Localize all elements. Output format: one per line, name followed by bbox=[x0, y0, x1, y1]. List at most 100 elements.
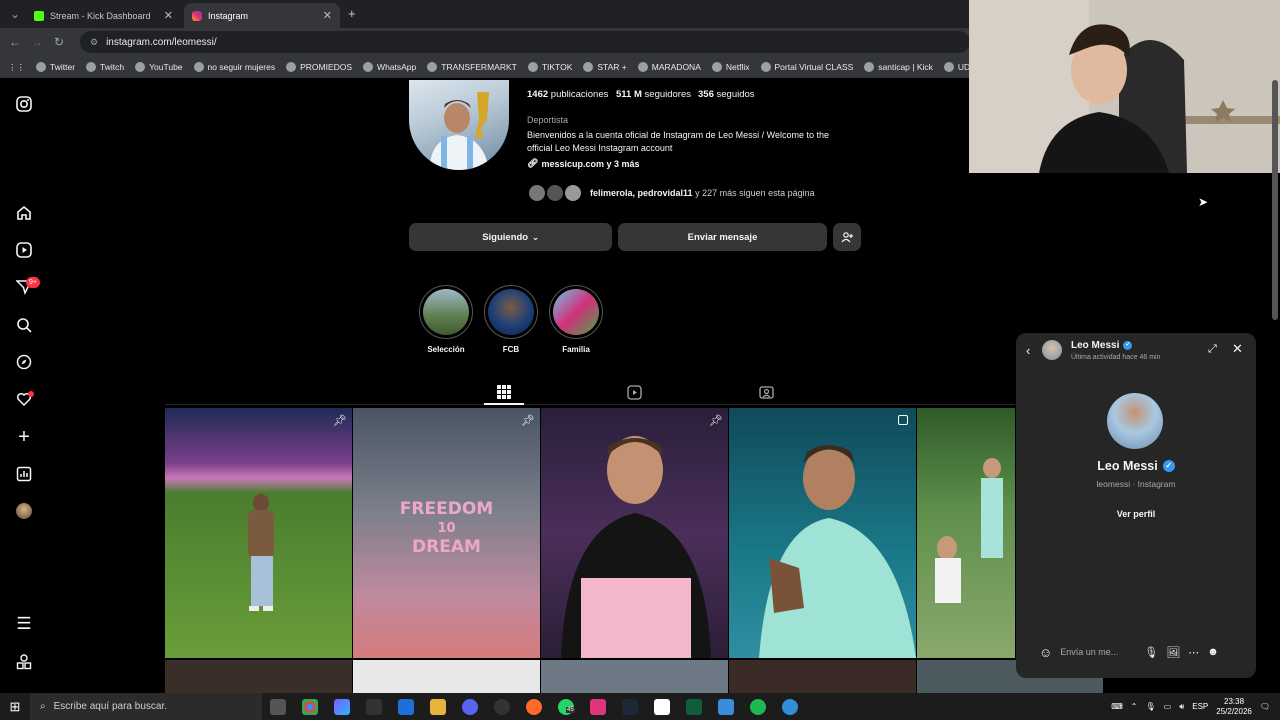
capcut-icon[interactable] bbox=[654, 698, 670, 715]
brave-icon[interactable] bbox=[526, 698, 542, 715]
image-icon[interactable]: 🖼︎ bbox=[1166, 646, 1180, 659]
followed-by-avatars[interactable] bbox=[527, 183, 587, 203]
copilot-icon[interactable] bbox=[334, 698, 350, 715]
mic-icon[interactable]: 🎙︎ bbox=[1145, 702, 1155, 711]
search-icon[interactable] bbox=[14, 315, 34, 335]
tab-tagged-icon[interactable] bbox=[759, 385, 774, 405]
post-tile[interactable] bbox=[541, 408, 728, 658]
whatsapp-icon[interactable]: 45 bbox=[558, 698, 575, 715]
bookmark-item[interactable]: Twitch bbox=[86, 62, 124, 72]
bookmark-item[interactable]: Portal Virtual CLASS bbox=[760, 62, 853, 72]
profile-link[interactable]: 🔗︎ messicup.com y 3 más bbox=[527, 158, 640, 169]
language-indicator[interactable]: ESP bbox=[1192, 702, 1208, 711]
keyboard-icon[interactable]: ⌨ bbox=[1111, 702, 1123, 711]
tab-reels-icon[interactable] bbox=[627, 385, 642, 405]
chat-header-name[interactable]: Leo Messi ✓ bbox=[1071, 340, 1133, 351]
new-tab-icon[interactable]: + bbox=[348, 6, 356, 21]
followed-by-text[interactable]: felimerola, pedrovidal11 y 227 más sigue… bbox=[590, 188, 815, 198]
close-tab-icon[interactable]: ✕ bbox=[164, 9, 173, 22]
sticker-icon[interactable]: ☻ bbox=[1207, 646, 1219, 658]
spotify-icon[interactable] bbox=[750, 698, 766, 715]
chat-back-icon[interactable]: ‹ bbox=[1026, 343, 1030, 358]
file-explorer-icon[interactable] bbox=[430, 698, 446, 715]
reels-icon[interactable] bbox=[14, 240, 34, 260]
volume-icon[interactable]: 🔊︎ bbox=[1179, 702, 1184, 712]
obs-icon[interactable] bbox=[494, 698, 510, 715]
highlight-fcb[interactable]: FCB bbox=[476, 285, 546, 354]
dashboard-icon[interactable] bbox=[14, 464, 34, 484]
tab-kick[interactable]: Stream - Kick Dashboard ✕ bbox=[26, 3, 181, 28]
network-icon[interactable]: ▭ bbox=[1164, 702, 1172, 711]
terminal-icon[interactable] bbox=[686, 698, 702, 715]
post-tile[interactable] bbox=[165, 408, 352, 658]
message-input[interactable]: Envía un me... bbox=[1060, 647, 1136, 657]
tray-chevron-icon[interactable]: ⌃ bbox=[1131, 702, 1138, 711]
highlight-seleccion[interactable]: Selección bbox=[411, 285, 481, 354]
expand-icon[interactable]: ⤢ bbox=[1208, 343, 1217, 356]
chat-avatar[interactable] bbox=[1042, 340, 1062, 360]
tab-instagram[interactable]: Instagram ✕ bbox=[184, 3, 340, 28]
task-view-icon[interactable] bbox=[270, 698, 286, 715]
app-icon[interactable] bbox=[590, 698, 606, 715]
bookmark-item[interactable]: TIKTOK bbox=[527, 62, 572, 72]
chrome-icon[interactable] bbox=[302, 698, 318, 715]
instagram-logo-icon[interactable] bbox=[14, 94, 34, 114]
taskbar-search[interactable]: ⌕ Escribe aquí para buscar. bbox=[30, 693, 262, 720]
steam-icon[interactable] bbox=[622, 698, 638, 715]
post-tile[interactable] bbox=[917, 408, 1015, 658]
tab-posts-grid-icon[interactable] bbox=[497, 385, 511, 404]
discord-icon[interactable] bbox=[462, 698, 478, 715]
bookmark-item[interactable]: no seguir mujeres bbox=[193, 62, 275, 72]
bookmark-item[interactable]: Netflix bbox=[711, 62, 750, 72]
bookmark-item[interactable]: STAR + bbox=[583, 62, 627, 72]
bookmark-item[interactable]: WhatsApp bbox=[363, 62, 416, 72]
create-plus-icon[interactable]: + bbox=[14, 426, 34, 448]
epic-games-icon[interactable] bbox=[366, 698, 382, 715]
view-profile-button[interactable]: Ver perfil bbox=[1106, 504, 1166, 524]
suggest-people-button[interactable] bbox=[833, 223, 861, 251]
profile-picture[interactable] bbox=[409, 80, 509, 170]
bookmark-item[interactable]: YouTube bbox=[135, 62, 183, 72]
bookmark-item[interactable]: Twitter bbox=[36, 62, 75, 72]
forward-icon[interactable]: → bbox=[26, 35, 48, 49]
back-icon[interactable]: ← bbox=[4, 35, 26, 49]
bookmark-item[interactable]: PROMIEDOS bbox=[286, 62, 352, 72]
also-from-meta-icon[interactable] bbox=[14, 652, 34, 672]
apps-icon[interactable]: ⋮⋮ bbox=[8, 62, 25, 73]
tab-list-icon[interactable]: ⌄ bbox=[4, 7, 26, 21]
taskbar-search-input[interactable]: Escribe aquí para buscar. bbox=[54, 701, 167, 712]
app-icon[interactable] bbox=[782, 698, 798, 715]
site-info-icon[interactable]: ⚙ bbox=[90, 37, 98, 48]
bookmark-item[interactable]: MARADONA bbox=[637, 62, 701, 72]
following-button[interactable]: Siguiendo ⌄ bbox=[409, 223, 612, 251]
emoji-icon[interactable]: ☺ bbox=[1039, 645, 1052, 660]
close-tab-icon[interactable]: ✕ bbox=[323, 9, 332, 22]
home-icon[interactable] bbox=[14, 203, 34, 223]
bookmark-item[interactable]: TRANSFERMARKT bbox=[427, 62, 517, 72]
clock[interactable]: 23:38 25/2/2026 bbox=[1216, 697, 1252, 717]
highlight-familia[interactable]: Familia bbox=[541, 285, 611, 354]
post-tile[interactable] bbox=[729, 660, 916, 693]
post-tile[interactable] bbox=[165, 660, 352, 693]
gif-icon[interactable]: ⋯ bbox=[1188, 646, 1199, 659]
send-message-button[interactable]: Enviar mensaje bbox=[618, 223, 827, 251]
microphone-icon[interactable]: 🎙︎ bbox=[1144, 646, 1158, 659]
followers-stat[interactable]: 511 M seguidores bbox=[616, 89, 691, 100]
following-stat[interactable]: 356 seguidos bbox=[698, 89, 755, 100]
url-field[interactable]: ⚙ instagram.com/leomessi/ bbox=[80, 31, 970, 53]
close-icon[interactable]: ✕ bbox=[1232, 341, 1243, 357]
post-tile[interactable] bbox=[729, 408, 916, 658]
menu-icon[interactable]: ☰ bbox=[14, 614, 34, 634]
mail-icon[interactable] bbox=[398, 698, 414, 715]
post-tile[interactable]: FREEDOM 10 DREAM bbox=[353, 408, 540, 658]
explore-icon[interactable] bbox=[14, 352, 34, 372]
profile-avatar-icon[interactable] bbox=[16, 503, 32, 519]
shield-icon[interactable] bbox=[718, 698, 734, 715]
windows-start-icon[interactable]: ⊞ bbox=[0, 699, 30, 715]
bookmark-item[interactable]: santicap | Kick bbox=[864, 62, 933, 72]
page-scrollbar[interactable] bbox=[1272, 80, 1278, 320]
notifications-icon[interactable]: 🗨︎ bbox=[1260, 702, 1270, 711]
reload-icon[interactable]: ↻ bbox=[48, 35, 70, 49]
post-tile[interactable] bbox=[353, 660, 540, 693]
post-tile[interactable] bbox=[541, 660, 728, 693]
